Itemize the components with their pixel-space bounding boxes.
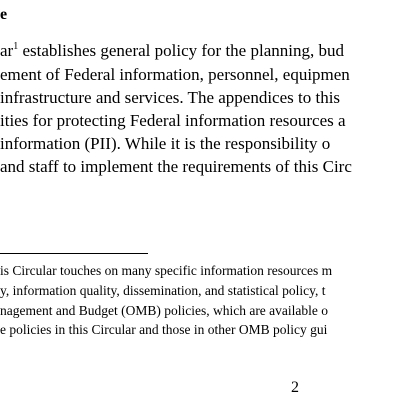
body-line-6: and staff to implement the requirements … bbox=[0, 157, 352, 176]
footnote-line-2: y, information quality, dissemination, a… bbox=[0, 283, 326, 298]
footnote-reference: 1 bbox=[13, 41, 19, 52]
body-line-5: information (PII). While it is the respo… bbox=[0, 134, 331, 153]
body-text: establishes general policy for the plann… bbox=[18, 41, 344, 60]
body-line-4: ities for protecting Federal information… bbox=[0, 111, 346, 130]
body-line-2: ement of Federal information, personnel,… bbox=[0, 65, 350, 84]
body-text: ar bbox=[0, 41, 14, 60]
footnote-line-1: is Circular touches on many specific inf… bbox=[0, 263, 333, 278]
footnote-line-3: nagement and Budget (OMB) policies, whic… bbox=[0, 303, 329, 318]
footnote-separator bbox=[0, 253, 148, 254]
page-number: 2 bbox=[291, 379, 299, 396]
body-line-1: ar1 establishes general policy for the p… bbox=[0, 41, 344, 61]
footnote-line-4: e policies in this Circular and those in… bbox=[0, 322, 328, 337]
section-heading: e bbox=[0, 6, 8, 23]
body-line-3: infrastructure and services. The appendi… bbox=[0, 88, 341, 107]
